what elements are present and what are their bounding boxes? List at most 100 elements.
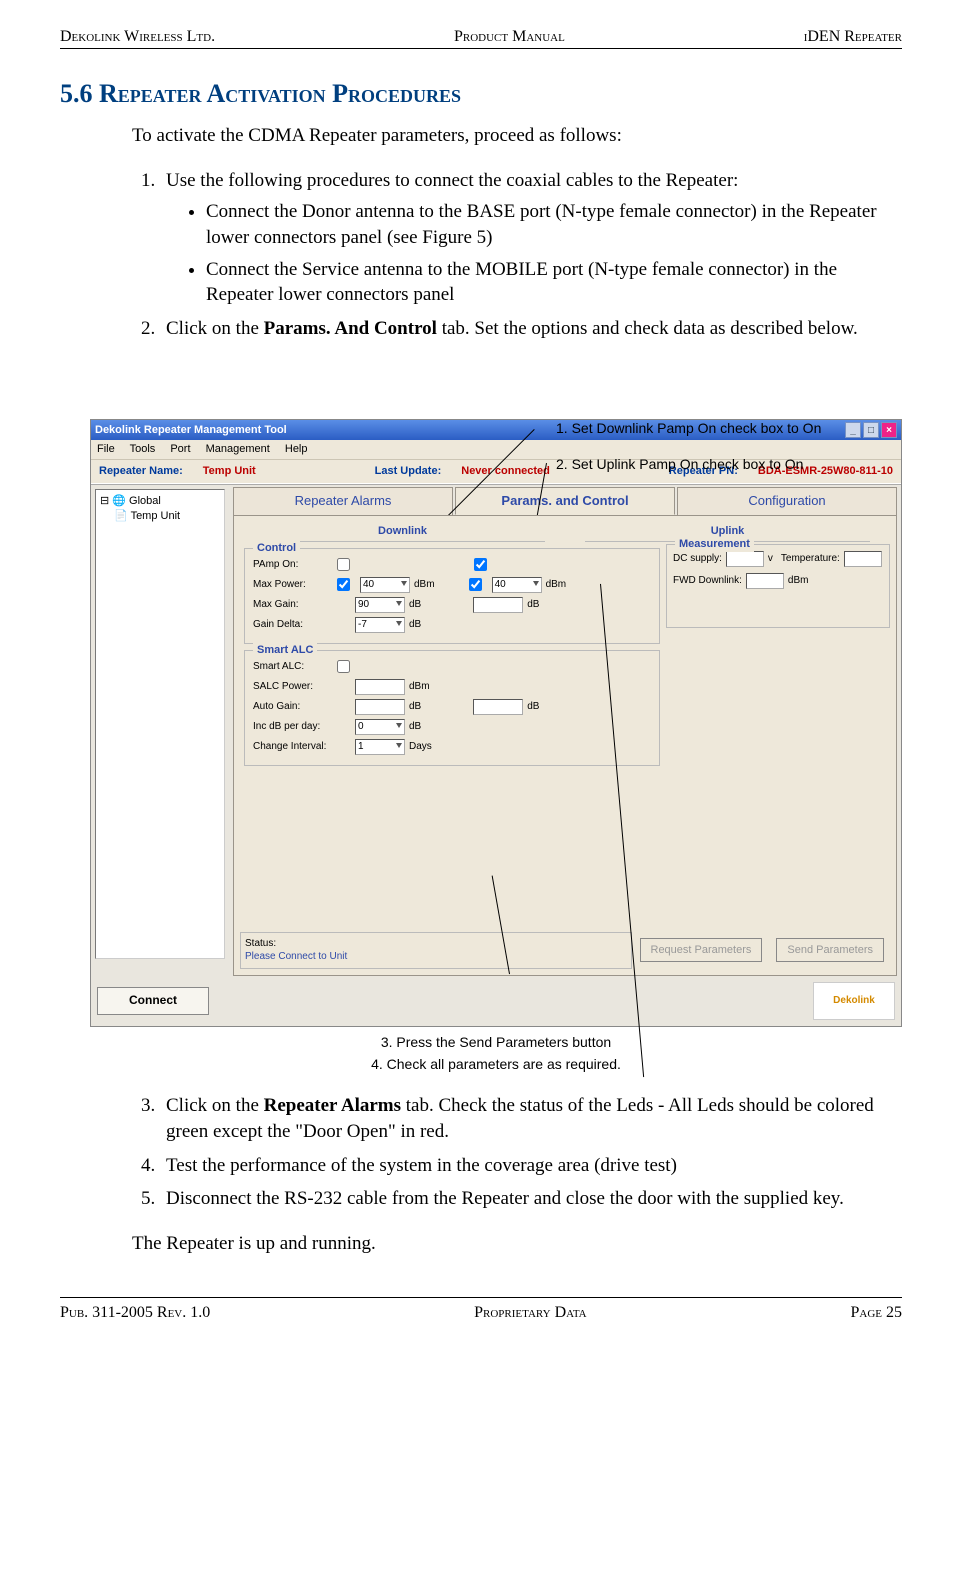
status-box: Status: Please Connect to Unit — [240, 932, 632, 969]
step-5: Disconnect the RS-232 cable from the Rep… — [160, 1186, 902, 1212]
tree-sidebar: ⊟ 🌐 Global 📄 Temp Unit — [95, 489, 225, 959]
step-3: Click on the Repeater Alarms tab. Check … — [160, 1093, 902, 1144]
dc-supply-value — [726, 551, 764, 567]
salc-power-input[interactable] — [355, 679, 405, 695]
fwd-downlink-unit: dBm — [788, 574, 809, 588]
annotation-1: 1. Set Downlink Pamp On check box to On — [556, 419, 821, 438]
auto-gain-dl-unit: dB — [409, 700, 421, 714]
temperature-label: Temperature: — [781, 552, 840, 566]
footer-center: Proprietary Data — [474, 1304, 587, 1322]
max-gain-ul-input[interactable] — [473, 597, 523, 613]
gain-delta-unit: dB — [409, 618, 421, 632]
menu-file[interactable]: File — [97, 443, 115, 455]
measurement-group: Measurement DC supply: v Temperature: F — [666, 544, 890, 628]
header-center: Product Manual — [454, 28, 565, 46]
menu-port[interactable]: Port — [170, 443, 190, 455]
fwd-downlink-label: FWD Downlink: — [673, 574, 742, 588]
temperature-value — [844, 551, 882, 567]
tree-root[interactable]: ⊟ 🌐 Global — [100, 494, 220, 509]
maximize-icon[interactable]: □ — [863, 422, 879, 438]
step-1: Use the following procedures to connect … — [160, 168, 902, 308]
step-1-bullet-2: Connect the Service antenna to the MOBIL… — [206, 257, 902, 308]
connect-button[interactable]: Connect — [97, 987, 209, 1015]
last-update-value: Never connected — [461, 464, 550, 479]
max-gain-label: Max Gain: — [253, 598, 333, 612]
inc-db-label: Inc dB per day: — [253, 720, 333, 734]
salc-power-label: SALC Power: — [253, 680, 333, 694]
status-label: Status: — [245, 937, 627, 951]
menu-tools[interactable]: Tools — [130, 443, 156, 455]
procedure-list-continued: Click on the Repeater Alarms tab. Check … — [132, 1093, 902, 1212]
step-3-a: Click on the — [166, 1095, 264, 1116]
page-header: Dekolink Wireless Ltd. Product Manual iD… — [60, 28, 902, 49]
send-parameters-button[interactable]: Send Parameters — [776, 938, 884, 963]
section-title-text: Repeater Activation Procedures — [99, 79, 461, 108]
section-number: 5.6 — [60, 79, 93, 108]
max-gain-ul-unit: dB — [527, 598, 539, 612]
change-interval-input[interactable]: 1 — [355, 739, 405, 755]
pamp-on-uplink-checkbox[interactable] — [474, 558, 487, 571]
procedure-list: Use the following procedures to connect … — [132, 168, 902, 342]
dc-supply-unit: v — [768, 552, 773, 566]
auto-gain-ul-unit: dB — [527, 700, 539, 714]
app-title: Dekolink Repeater Management Tool — [95, 423, 287, 438]
max-power-dl-input[interactable]: 40 — [360, 577, 410, 593]
gain-delta-input[interactable]: -7 — [355, 617, 405, 633]
col-downlink: Downlink — [260, 522, 545, 542]
footer-right: Page 25 — [850, 1304, 902, 1322]
pamp-on-downlink-checkbox[interactable] — [337, 558, 350, 571]
max-power-ul-unit: dBm — [546, 578, 567, 592]
measurement-title: Measurement — [675, 537, 754, 552]
auto-gain-dl-input[interactable] — [355, 699, 405, 715]
footer-left: Pub. 311-2005 Rev. 1.0 — [60, 1304, 210, 1322]
tab-repeater-alarms[interactable]: Repeater Alarms — [233, 487, 453, 515]
page-footer: Pub. 311-2005 Rev. 1.0 Proprietary Data … — [60, 1297, 902, 1322]
step-4: Test the performance of the system in th… — [160, 1153, 902, 1179]
header-right: iDEN Repeater — [804, 28, 902, 46]
dekolink-logo: Dekolink — [813, 982, 895, 1020]
intro-text: To activate the CDMA Repeater parameters… — [132, 123, 902, 149]
step-2-b: Params. And Control — [264, 318, 437, 339]
max-power-ul-checkbox[interactable] — [469, 578, 482, 591]
smart-alc-title: Smart ALC — [253, 643, 317, 658]
menu-management[interactable]: Management — [206, 443, 270, 455]
request-parameters-button[interactable]: Request Parameters — [640, 938, 763, 963]
max-power-dl-checkbox[interactable] — [337, 578, 350, 591]
step-1-bullet-1: Connect the Donor antenna to the BASE po… — [206, 199, 902, 250]
step-3-b: Repeater Alarms — [264, 1095, 401, 1116]
control-group-title: Control — [253, 541, 300, 556]
max-gain-dl-input[interactable]: 90 — [355, 597, 405, 613]
annotation-3: 3. Press the Send Parameters button — [90, 1033, 902, 1052]
menu-help[interactable]: Help — [285, 443, 308, 455]
auto-gain-ul-input[interactable] — [473, 699, 523, 715]
close-icon[interactable]: × — [881, 422, 897, 438]
dc-supply-label: DC supply: — [673, 552, 722, 566]
gain-delta-label: Gain Delta: — [253, 618, 333, 632]
control-group: Control PAmp On: Max Pow — [244, 548, 660, 644]
application-screenshot: 1. Set Downlink Pamp On check box to On … — [90, 419, 902, 1074]
salc-power-unit: dBm — [409, 680, 430, 694]
step-1-text: Use the following procedures to connect … — [166, 170, 738, 191]
annotation-4: 4. Check all parameters are as required. — [90, 1055, 902, 1074]
inc-db-input[interactable]: 0 — [355, 719, 405, 735]
step-2-c: tab. Set the options and check data as d… — [437, 318, 858, 339]
smart-alc-label: Smart ALC: — [253, 660, 333, 674]
step-2: Click on the Params. And Control tab. Se… — [160, 316, 902, 342]
section-heading: 5.6 Repeater Activation Procedures — [60, 79, 902, 109]
app-window: Dekolink Repeater Management Tool _ □ × … — [90, 419, 902, 1026]
annotation-2: 2. Set Uplink Pamp On check box to On — [556, 455, 803, 474]
smart-alc-group: Smart ALC Smart ALC: SALC Power: — [244, 650, 660, 766]
max-power-ul-input[interactable]: 40 — [492, 577, 542, 593]
minimize-icon[interactable]: _ — [845, 422, 861, 438]
tree-child[interactable]: 📄 Temp Unit — [114, 509, 220, 524]
tab-configuration[interactable]: Configuration — [677, 487, 897, 515]
repeater-name-value: Temp Unit — [203, 464, 256, 479]
tab-params-control[interactable]: Params. and Control — [455, 487, 675, 515]
max-power-dl-unit: dBm — [414, 578, 435, 592]
pamp-on-label: PAmp On: — [253, 558, 333, 572]
header-left: Dekolink Wireless Ltd. — [60, 28, 215, 46]
closing-text: The Repeater is up and running. — [132, 1231, 902, 1257]
fwd-downlink-value — [746, 573, 784, 589]
smart-alc-checkbox[interactable] — [337, 660, 350, 673]
change-interval-unit: Days — [409, 740, 432, 754]
